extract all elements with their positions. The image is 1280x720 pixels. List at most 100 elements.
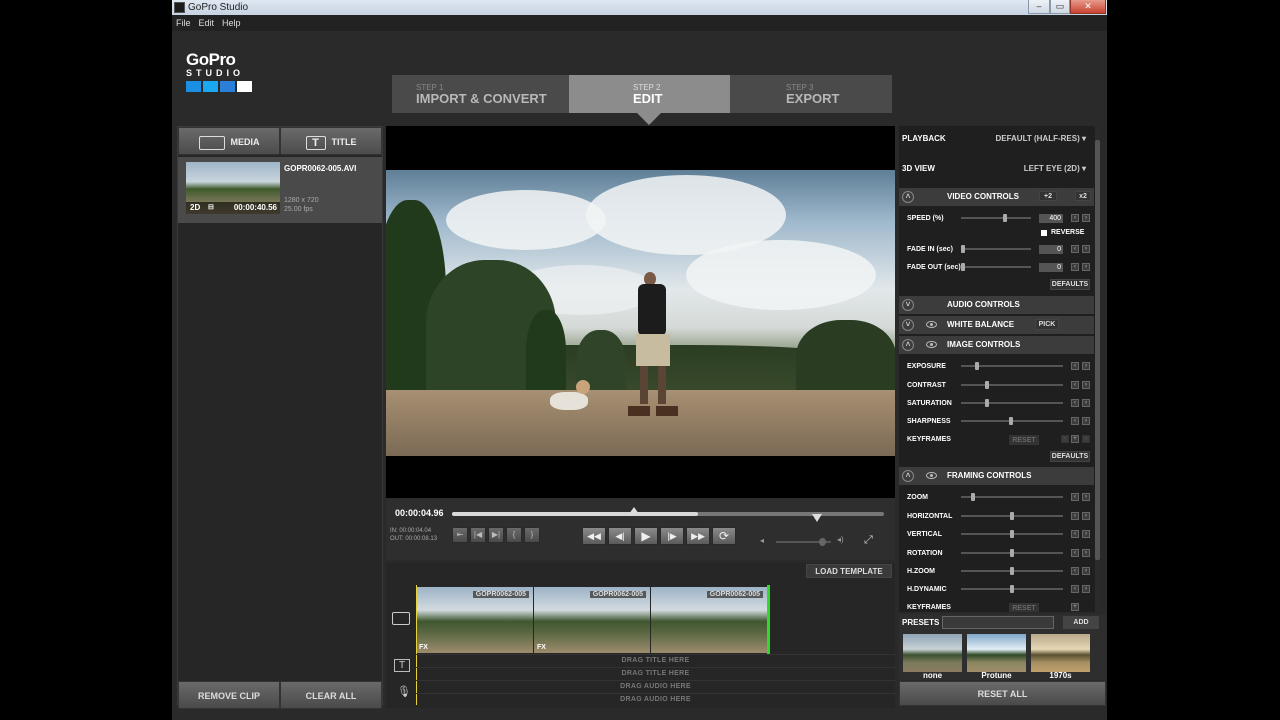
title-track-2[interactable]: DRAG TITLE HERE: [416, 667, 895, 679]
framing-controls-header[interactable]: ˄ FRAMING CONTROLS: [899, 467, 1094, 485]
timeline-clip-2[interactable]: GOPR0062-005 FX: [534, 587, 650, 653]
fade-in-slider[interactable]: [961, 245, 1031, 253]
close-button[interactable]: ✕: [1070, 0, 1106, 14]
exposure-knob[interactable]: [975, 362, 979, 370]
speed-increase[interactable]: ›: [1082, 214, 1090, 222]
scrub-bar[interactable]: [452, 507, 884, 522]
video-preview[interactable]: [386, 126, 895, 498]
speed-x2-button[interactable]: x2: [1075, 191, 1091, 201]
saturation-increase[interactable]: ›: [1082, 399, 1090, 407]
fullscreen-icon[interactable]: ⤢: [864, 534, 873, 547]
expand-icon[interactable]: ˅: [902, 319, 914, 331]
zoom-slider[interactable]: [961, 493, 1063, 501]
3d-view-row[interactable]: 3D VIEW LEFT EYE (2D) ▾: [899, 164, 1094, 180]
reset-all-button[interactable]: RESET ALL: [899, 681, 1106, 706]
step-import[interactable]: STEP 1 IMPORT & CONVERT: [392, 75, 569, 113]
step-edit[interactable]: STEP 2 EDIT: [569, 75, 730, 113]
fade-out-slider[interactable]: [961, 263, 1031, 271]
collapse-icon[interactable]: ˄: [902, 339, 914, 351]
preset-name-input[interactable]: [942, 616, 1054, 629]
fade-in-increase[interactable]: ›: [1082, 245, 1090, 253]
sharpness-decrease[interactable]: ‹: [1071, 417, 1079, 425]
rewind-button[interactable]: ◀◀: [582, 527, 606, 545]
saturation-knob[interactable]: [985, 399, 989, 407]
mark-in-button[interactable]: {: [506, 527, 522, 543]
rotation-increase[interactable]: ›: [1082, 549, 1090, 557]
rotation-knob[interactable]: [1010, 549, 1014, 557]
saturation-decrease[interactable]: ‹: [1071, 399, 1079, 407]
audio-track-1[interactable]: DRAG AUDIO HERE: [416, 680, 895, 692]
image-defaults-button[interactable]: DEFAULTS: [1050, 451, 1090, 462]
framing-keyframe-add[interactable]: +: [1071, 603, 1079, 611]
maximize-button[interactable]: ▭: [1050, 0, 1070, 14]
contrast-increase[interactable]: ›: [1082, 381, 1090, 389]
hzoom-increase[interactable]: ›: [1082, 567, 1090, 575]
hdynamic-slider[interactable]: [961, 585, 1063, 593]
eye-icon[interactable]: [926, 321, 937, 328]
sharpness-knob[interactable]: [1009, 417, 1013, 425]
pick-button[interactable]: PICK: [1035, 319, 1059, 330]
contrast-decrease[interactable]: ‹: [1071, 381, 1079, 389]
step-export[interactable]: STEP 3 EXPORT: [730, 75, 892, 113]
tab-title[interactable]: T TITLE: [280, 127, 382, 155]
volume-knob[interactable]: [818, 538, 826, 546]
play-button[interactable]: ▶: [634, 527, 658, 545]
eye-icon[interactable]: [926, 472, 937, 479]
zoom-increase[interactable]: ›: [1082, 493, 1090, 501]
keyframe-prev[interactable]: ‹: [1061, 435, 1069, 443]
collapse-icon[interactable]: ˄: [902, 191, 914, 203]
menu-edit[interactable]: Edit: [195, 15, 219, 31]
expand-icon[interactable]: ˅: [902, 299, 914, 311]
fade-out-knob[interactable]: [961, 263, 965, 271]
remove-clip-button[interactable]: REMOVE CLIP: [178, 681, 280, 709]
vertical-decrease[interactable]: ‹: [1071, 530, 1079, 538]
image-controls-header[interactable]: ˄ IMAGE CONTROLS: [899, 336, 1094, 354]
vertical-knob[interactable]: [1010, 530, 1014, 538]
media-clip-item[interactable]: 2D ⊟ 00:00:40.56 GOPR0062-005.AVI 1280 x…: [178, 157, 382, 223]
contrast-knob[interactable]: [985, 381, 989, 389]
playback-select[interactable]: DEFAULT (HALF-RES) ▾: [995, 134, 1086, 143]
eye-icon[interactable]: [926, 341, 937, 348]
playback-row[interactable]: PLAYBACK DEFAULT (HALF-RES) ▾: [899, 134, 1094, 150]
sharpness-increase[interactable]: ›: [1082, 417, 1090, 425]
hdynamic-increase[interactable]: ›: [1082, 585, 1090, 593]
hzoom-decrease[interactable]: ‹: [1071, 567, 1079, 575]
vertical-increase[interactable]: ›: [1082, 530, 1090, 538]
fade-out-increase[interactable]: ›: [1082, 263, 1090, 271]
preset-thumb-1970s[interactable]: [1031, 634, 1090, 672]
horizontal-decrease[interactable]: ‹: [1071, 512, 1079, 520]
menu-file[interactable]: File: [172, 15, 195, 31]
hzoom-knob[interactable]: [1010, 567, 1014, 575]
video-controls-header[interactable]: ˄ VIDEO CONTROLS +2 x2: [899, 188, 1094, 206]
out-point-marker[interactable]: [812, 514, 822, 522]
video-defaults-button[interactable]: DEFAULTS: [1050, 279, 1090, 290]
keyframe-add[interactable]: +: [1071, 435, 1079, 443]
horizontal-knob[interactable]: [1010, 512, 1014, 520]
minimize-button[interactable]: –: [1028, 0, 1050, 14]
3d-view-select[interactable]: LEFT EYE (2D) ▾: [1024, 164, 1086, 173]
framing-reset-button[interactable]: RESET: [1009, 603, 1039, 612]
fade-in-value[interactable]: 0: [1039, 245, 1063, 254]
fade-in-decrease[interactable]: ‹: [1071, 245, 1079, 253]
preset-thumb-none[interactable]: [903, 634, 962, 672]
exposure-increase[interactable]: ›: [1082, 362, 1090, 370]
collapse-icon[interactable]: ˄: [902, 470, 914, 482]
contrast-slider[interactable]: [961, 381, 1063, 389]
zoom-knob[interactable]: [971, 493, 975, 501]
keyframes-reset-button[interactable]: RESET: [1009, 435, 1039, 445]
saturation-slider[interactable]: [961, 399, 1063, 407]
reverse-checkbox[interactable]: [1041, 230, 1047, 236]
tab-media[interactable]: MEDIA: [178, 127, 280, 155]
controls-scrollbar[interactable]: [1095, 126, 1100, 612]
loop-button[interactable]: ⟳: [712, 527, 736, 545]
exposure-decrease[interactable]: ‹: [1071, 362, 1079, 370]
hzoom-slider[interactable]: [961, 567, 1063, 575]
mark-out-button[interactable]: }: [524, 527, 540, 543]
menu-help[interactable]: Help: [218, 15, 245, 31]
volume-slider[interactable]: [776, 538, 831, 546]
audio-track-2[interactable]: DRAG AUDIO HERE: [416, 693, 895, 705]
preset-thumb-protune[interactable]: [967, 634, 1026, 672]
horizontal-slider[interactable]: [961, 512, 1063, 520]
zoom-decrease[interactable]: ‹: [1071, 493, 1079, 501]
fade-in-knob[interactable]: [961, 245, 965, 253]
